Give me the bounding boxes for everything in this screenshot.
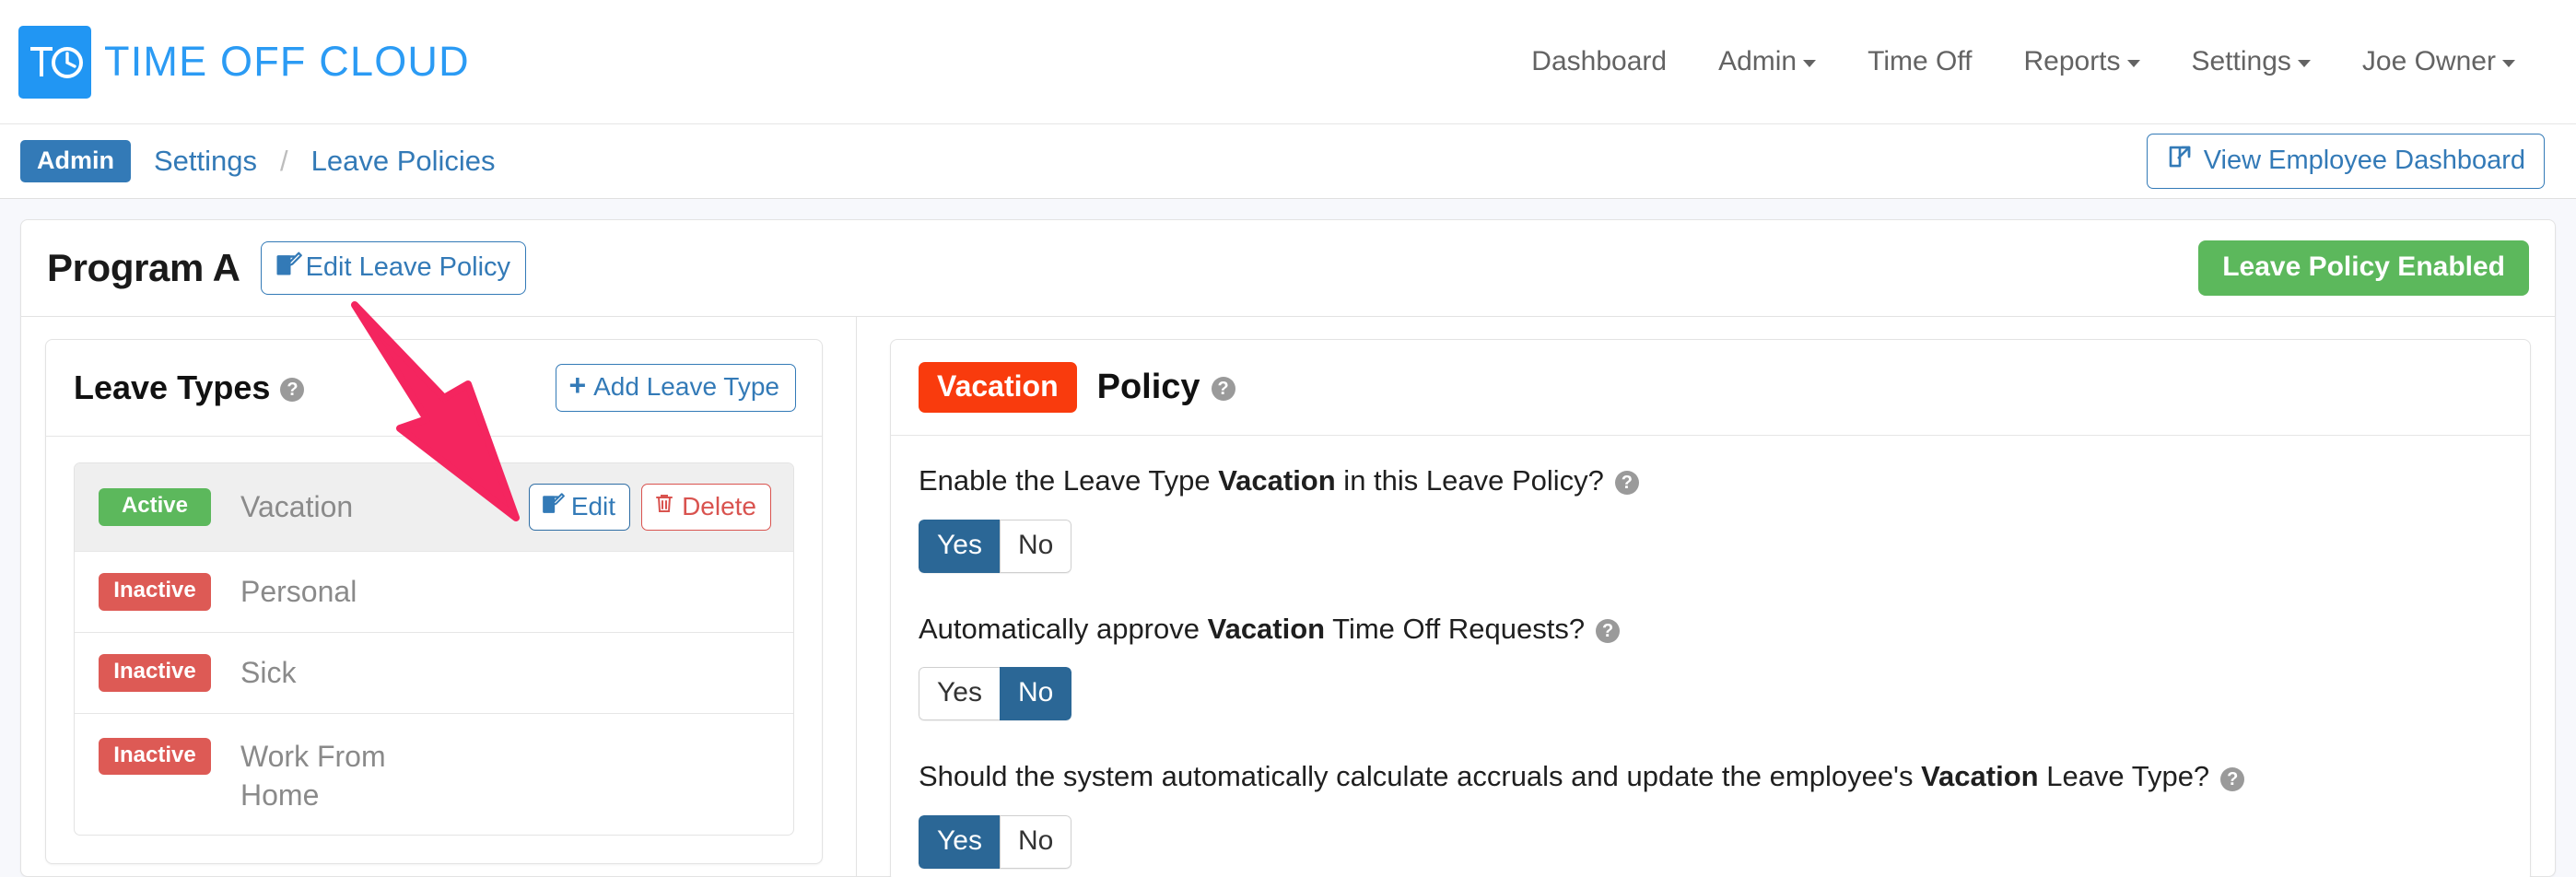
page-body: Program A Edit Leave Policy Leave Policy… [0, 199, 2576, 877]
help-icon[interactable]: ? [280, 378, 305, 402]
edit-leave-policy-label: Edit Leave Policy [305, 251, 511, 282]
leave-types-header: Leave Types ? + Add Leave Type [46, 340, 822, 437]
help-icon[interactable]: ? [2220, 766, 2245, 791]
leave-type-badge: Vacation [919, 362, 1077, 413]
toggle-auto-approve[interactable]: Yes No [919, 667, 1072, 721]
chevron-down-icon [2126, 60, 2140, 67]
nav-label: Dashboard [1531, 46, 1668, 76]
question-text: Enable the Leave Type Vacation in this L… [919, 463, 1604, 497]
external-link-icon [2166, 143, 2194, 178]
brand-logo[interactable]: TIME OFF CLOUD [18, 25, 470, 99]
toggle-option-no[interactable]: No [999, 667, 1072, 721]
question-text: Automatically approve Vacation Time Off … [919, 612, 1586, 645]
policy-question-auto-approve: Automatically approve Vacation Time Off … [919, 612, 2502, 648]
nav-item-dashboard[interactable]: Dashboard [1505, 37, 1692, 87]
policy-title-group: Policy ? [1097, 368, 1235, 407]
time-off-cloud-logo-icon [18, 25, 91, 99]
nav-item-settings[interactable]: Settings [2166, 37, 2336, 87]
toggle-enable-leave-type[interactable]: Yes No [919, 519, 1072, 573]
table-row[interactable]: Inactive Work From Home [75, 714, 793, 835]
table-row[interactable]: Inactive Sick [75, 633, 793, 714]
main-nav-links: Dashboard Admin Time Off Reports Setting… [1505, 37, 2541, 87]
plus-icon: + [568, 368, 587, 403]
add-leave-type-label: Add Leave Type [593, 372, 779, 401]
edit-leave-policy-button[interactable]: Edit Leave Policy [260, 241, 527, 295]
add-leave-type-button[interactable]: + Add Leave Type [556, 364, 796, 412]
policy-body: Enable the Leave Type Vacation in this L… [891, 436, 2530, 877]
toggle-auto-accruals[interactable]: Yes No [919, 815, 1072, 870]
status-badge[interactable]: Leave Policy Enabled [2198, 240, 2529, 296]
nav-item-time-off[interactable]: Time Off [1842, 37, 1997, 87]
chevron-down-icon [2297, 60, 2311, 67]
delete-label: Delete [682, 491, 756, 520]
breadcrumb-item-settings[interactable]: Settings [154, 145, 257, 178]
status-badge: Inactive [99, 654, 211, 692]
nav-item-reports[interactable]: Reports [1997, 37, 2165, 87]
table-row[interactable]: Active Vacation Edit Delete [75, 463, 793, 552]
leave-type-name: Sick [240, 655, 297, 689]
panel-columns: Leave Types ? + Add Leave Type Active Va… [21, 317, 2555, 877]
breadcrumb-separator: / [280, 145, 288, 177]
status-badge: Inactive [99, 738, 211, 776]
delete-leave-type-button[interactable]: Delete [641, 484, 771, 531]
chevron-down-icon [2502, 60, 2515, 67]
leave-types-title-group: Leave Types ? [74, 368, 305, 407]
nav-item-user-menu[interactable]: Joe Owner [2336, 37, 2541, 87]
table-row[interactable]: Inactive Personal [75, 552, 793, 633]
view-employee-dashboard-label: View Employee Dashboard [2203, 145, 2525, 175]
leave-types-column: Leave Types ? + Add Leave Type Active Va… [45, 339, 856, 877]
toggle-option-no[interactable]: No [999, 815, 1072, 870]
leave-types-title: Leave Types [74, 368, 271, 406]
leave-type-name: Personal [240, 574, 357, 608]
policy-header: Vacation Policy ? [891, 340, 2530, 436]
help-icon[interactable]: ? [1211, 377, 1235, 402]
nav-item-admin[interactable]: Admin [1692, 37, 1842, 87]
row-actions: Edit Delete [528, 484, 771, 531]
policy-title: Policy [1096, 367, 1200, 406]
view-employee-dashboard-button[interactable]: View Employee Dashboard [2146, 134, 2545, 189]
leave-types-list: Active Vacation Edit Delete Inactive Per… [74, 462, 794, 836]
policy-question-enable: Enable the Leave Type Vacation in this L… [919, 463, 2502, 499]
toggle-option-yes[interactable]: Yes [919, 519, 1000, 573]
breadcrumb-badge-admin[interactable]: Admin [20, 140, 131, 182]
policy-card: Vacation Policy ? Enable the Leave Type … [890, 339, 2531, 877]
leave-policy-panel: Program A Edit Leave Policy Leave Policy… [20, 219, 2556, 877]
status-badge: Active [99, 488, 211, 526]
program-header: Program A Edit Leave Policy Leave Policy… [21, 220, 2555, 317]
top-navigation-bar: TIME OFF CLOUD Dashboard Admin Time Off … [0, 0, 2576, 123]
nav-label: Joe Owner [2361, 46, 2496, 76]
help-icon[interactable]: ? [1596, 618, 1621, 643]
nav-label: Admin [1718, 46, 1797, 76]
toggle-option-no[interactable]: No [999, 519, 1072, 573]
nav-label: Reports [2023, 46, 2121, 76]
edit-label: Edit [570, 491, 616, 520]
chevron-down-icon [1803, 60, 1817, 67]
nav-label: Time Off [1868, 46, 1973, 76]
status-badge: Inactive [99, 573, 211, 611]
trash-icon [653, 491, 675, 521]
edit-pencil-icon [275, 250, 302, 285]
policy-question-accruals: Should the system automatically calculat… [919, 759, 2502, 795]
toggle-option-yes[interactable]: Yes [919, 667, 1000, 721]
edit-pencil-icon [541, 491, 565, 521]
breadcrumb-bar: Admin Settings / Leave Policies View Emp… [0, 123, 2576, 199]
breadcrumb-item-leave-policies[interactable]: Leave Policies [311, 145, 496, 178]
leave-types-card: Leave Types ? + Add Leave Type Active Va… [45, 339, 823, 865]
toggle-option-yes[interactable]: Yes [919, 815, 1000, 870]
policy-column: Vacation Policy ? Enable the Leave Type … [857, 339, 2531, 877]
question-text: Should the system automatically calculat… [919, 760, 2210, 793]
brand-name: TIME OFF CLOUD [104, 38, 470, 85]
edit-leave-type-button[interactable]: Edit [528, 484, 631, 531]
nav-label: Settings [2191, 46, 2291, 76]
page-title: Program A [47, 246, 240, 289]
leave-type-name: Vacation [240, 489, 354, 523]
leave-type-name: Work From Home [240, 740, 386, 812]
help-icon[interactable]: ? [1614, 471, 1639, 496]
